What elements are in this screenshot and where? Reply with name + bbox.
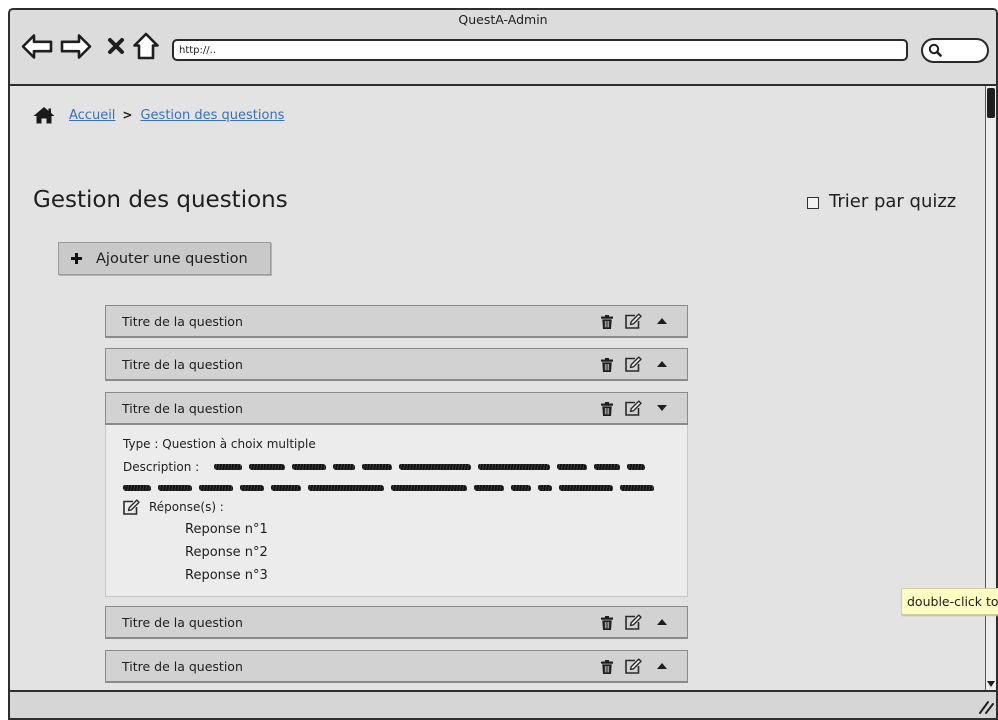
description-scribble [362, 464, 392, 470]
back-arrow-icon[interactable] [21, 33, 53, 60]
description-scribble [511, 485, 531, 491]
scrollbar-thumb[interactable] [987, 88, 995, 118]
answer-item: Reponse n°2 [185, 545, 268, 560]
scroll-down-arrow-icon[interactable] [987, 681, 995, 687]
edit-icon[interactable] [624, 658, 642, 674]
question-row[interactable]: Titre de la question [105, 348, 688, 381]
description-label: Description : [123, 460, 200, 474]
breadcrumb: Accueil > Gestion des questions [33, 106, 284, 124]
question-type: Type : Question à choix multiple [123, 437, 316, 451]
add-question-label: Ajouter une question [96, 250, 248, 267]
description-scribble [559, 485, 613, 491]
tooltip: double-click to [901, 588, 998, 615]
trash-icon[interactable] [601, 402, 613, 416]
trash-icon[interactable] [601, 660, 613, 674]
question-title: Titre de la question [122, 400, 243, 416]
search-icon [928, 43, 942, 57]
question-type-value: Question à choix multiple [162, 437, 316, 451]
question-title: Titre de la question [122, 658, 243, 674]
answers-label: Réponse(s) : [149, 500, 224, 514]
sort-by-quiz-label[interactable]: Trier par quizz [829, 191, 956, 213]
trash-icon[interactable] [601, 616, 613, 630]
description-scribble [292, 464, 326, 470]
page-title: Gestion des questions [33, 187, 288, 213]
question-title: Titre de la question [122, 313, 243, 329]
breadcrumb-link-current[interactable]: Gestion des questions [140, 108, 284, 123]
caret-up-icon[interactable] [657, 318, 667, 324]
trash-icon[interactable] [601, 358, 613, 372]
description-scribble-line [123, 485, 661, 491]
question-details-panel: Type : Question à choix multiple Descrip… [105, 425, 688, 597]
trash-icon[interactable] [601, 315, 613, 329]
answer-item: Reponse n°1 [185, 522, 268, 537]
breadcrumb-link-accueil[interactable]: Accueil [69, 108, 115, 123]
edit-icon[interactable] [624, 313, 642, 329]
question-title: Titre de la question [122, 356, 243, 372]
description-scribble-line [214, 464, 652, 470]
edit-icon[interactable] [624, 614, 642, 630]
description-scribble [399, 464, 471, 470]
description-scribble [627, 464, 645, 470]
sort-by-quiz-checkbox[interactable] [807, 197, 819, 209]
caret-down-icon[interactable] [657, 405, 667, 411]
description-scribble [123, 485, 151, 491]
home-icon[interactable] [133, 32, 159, 60]
caret-up-icon[interactable] [657, 361, 667, 367]
plus-icon [70, 252, 83, 265]
add-question-button[interactable]: Ajouter une question [58, 242, 271, 275]
resize-grip-icon[interactable] [978, 700, 994, 714]
description-scribble [474, 485, 504, 491]
forward-arrow-icon[interactable] [60, 33, 92, 60]
description-scribble [594, 464, 620, 470]
question-row-expanded[interactable]: Titre de la question [105, 392, 688, 425]
description-scribble [478, 464, 550, 470]
stop-icon[interactable] [107, 37, 125, 55]
description-scribble [214, 464, 242, 470]
question-row[interactable]: Titre de la question [105, 305, 688, 338]
answer-item: Reponse n°3 [185, 568, 268, 583]
description-scribble [557, 464, 587, 470]
home-icon[interactable] [33, 106, 55, 124]
question-type-label: Type : [123, 437, 159, 451]
description-scribble [240, 485, 264, 491]
question-row[interactable]: Titre de la question [105, 606, 688, 639]
description-scribble [333, 464, 355, 470]
description-scribble [199, 485, 233, 491]
question-row[interactable]: Titre de la question [105, 650, 688, 683]
description-scribble [249, 464, 285, 470]
tooltip-text: double-click to [907, 594, 998, 609]
edit-icon[interactable] [624, 356, 642, 372]
url-input[interactable] [172, 39, 908, 61]
edit-icon[interactable] [624, 400, 642, 416]
search-field[interactable] [921, 38, 989, 63]
description-scribble [620, 485, 654, 491]
edit-icon[interactable] [122, 499, 140, 515]
description-scribble [538, 485, 552, 491]
description-scribble [271, 485, 301, 491]
caret-up-icon[interactable] [657, 663, 667, 669]
breadcrumb-separator: > [122, 108, 133, 122]
question-title: Titre de la question [122, 614, 243, 630]
caret-up-icon[interactable] [657, 619, 667, 625]
description-scribble [391, 485, 467, 491]
window-title: QuestA-Admin [458, 12, 548, 27]
status-bar [10, 690, 996, 718]
description-scribble [158, 485, 192, 491]
description-scribble [308, 485, 384, 491]
